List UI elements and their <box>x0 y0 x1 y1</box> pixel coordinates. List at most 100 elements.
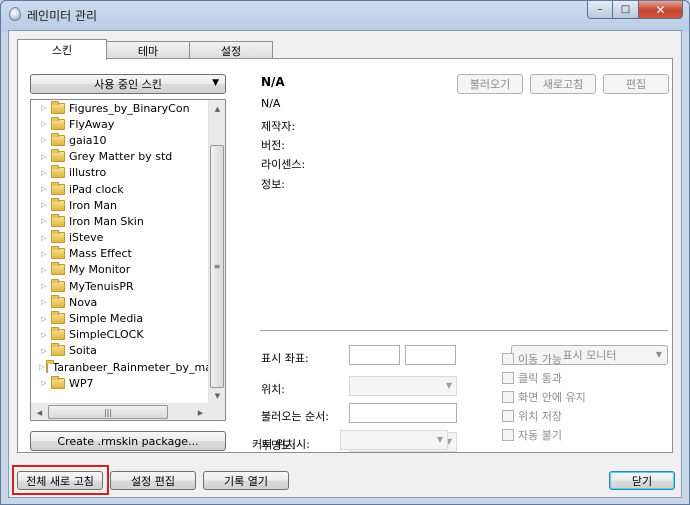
expand-arrow-icon[interactable]: ▷ <box>39 234 49 242</box>
info-label: 정보: <box>261 178 285 191</box>
tree-item[interactable]: ▷ iSteve <box>31 230 209 246</box>
scroll-right-icon[interactable]: ▶ <box>192 404 209 420</box>
tree-item[interactable]: ▷ gaia10 <box>31 132 209 148</box>
chevron-down-icon: ▼ <box>436 435 443 444</box>
tree-item[interactable]: ▷ Soita <box>31 343 209 359</box>
tree-item-label: illustro <box>69 166 107 180</box>
close-button[interactable]: 닫기 <box>609 471 675 490</box>
expand-arrow-icon[interactable]: ▷ <box>39 315 49 323</box>
open-log-button[interactable]: 기록 열기 <box>203 471 289 490</box>
tree-item[interactable]: ▷ WP7 <box>31 375 209 391</box>
tree-item[interactable]: ▷ Taranbeer_Rainmeter_by_mar <box>31 359 209 375</box>
tree-item[interactable]: ▷ Simple Media <box>31 310 209 326</box>
tree-item[interactable]: ▷ Mass Effect <box>31 246 209 262</box>
expand-arrow-icon[interactable]: ▷ <box>39 250 49 258</box>
vertical-scroll-thumb[interactable]: ≡ <box>210 145 224 388</box>
tree-item-label: Iron Man Skin <box>69 214 144 228</box>
edit-settings-button[interactable]: 설정 편집 <box>110 471 196 490</box>
tree-item[interactable]: ▷ MyTenuisPR <box>31 278 209 294</box>
horizontal-scroll-thumb[interactable]: ||| <box>48 405 168 419</box>
position-label: 위치: <box>261 383 285 396</box>
folder-icon <box>51 294 65 308</box>
folder-icon <box>51 327 65 341</box>
tree-item[interactable]: ▷ Iron Man Skin <box>31 213 209 229</box>
folder-icon <box>51 375 65 389</box>
tree-item-label: Soita <box>69 344 97 358</box>
checkbox-box <box>502 410 514 422</box>
click-through-checkbox[interactable]: 클릭 통과 <box>502 370 562 386</box>
tree-item-label: iSteve <box>69 231 104 245</box>
position-select[interactable]: ▼ <box>349 376 457 396</box>
load-order-field[interactable] <box>349 403 457 423</box>
tree-item[interactable]: ▷ My Monitor <box>31 262 209 278</box>
folder-icon <box>51 149 65 163</box>
expand-arrow-icon[interactable]: ▷ <box>39 120 49 128</box>
tree-item-label: Simple Media <box>69 312 144 326</box>
scroll-down-icon[interactable]: ▼ <box>209 387 225 404</box>
refresh-button[interactable]: 새로고침 <box>530 74 596 94</box>
skin-tree[interactable]: ▷ Figures_by_BinaryCon ▷ FlyAway ▷ gaia10 ▷ Gre… <box>30 99 226 421</box>
edit-skin-button[interactable]: 편집 <box>603 74 669 94</box>
folder-icon <box>51 213 65 227</box>
tree-vertical-scrollbar[interactable]: ▲ ≡ ▼ <box>208 100 225 404</box>
tree-item[interactable]: ▷ Grey Matter by std <box>31 149 209 165</box>
tree-horizontal-scrollbar[interactable]: ◀ ||| ▶ <box>31 403 209 420</box>
expand-arrow-icon[interactable]: ▷ <box>39 169 49 177</box>
snap-to-edges-checkbox[interactable]: 자동 붙기 <box>502 427 562 443</box>
tab-skins[interactable]: 스킨 <box>17 39 107 60</box>
refresh-all-button[interactable]: 전체 새로 고침 <box>17 471 103 490</box>
maximize-icon: □ <box>620 4 631 15</box>
folder-icon <box>51 311 65 325</box>
y-coordinate-field[interactable] <box>405 345 456 365</box>
active-skins-dropdown[interactable]: 사용 중인 스킨 ▼ <box>30 74 226 94</box>
draggable-checkbox[interactable]: 이동 가능 <box>502 351 562 367</box>
tree-item[interactable]: ▷ SimpleCLOCK <box>31 327 209 343</box>
save-position-checkbox[interactable]: 위치 저장 <box>502 408 562 424</box>
expand-arrow-icon[interactable]: ▷ <box>39 201 49 209</box>
load-order-label: 불러오는 순서: <box>261 410 329 423</box>
expand-arrow-icon[interactable]: ▷ <box>39 185 49 193</box>
expand-arrow-icon[interactable]: ▷ <box>39 217 49 225</box>
tab-settings[interactable]: 설정 <box>189 41 273 59</box>
folder-icon <box>51 100 65 114</box>
tree-item[interactable]: ▷ illustro <box>31 165 209 181</box>
close-window-button[interactable]: ✕ <box>639 1 683 19</box>
scrollbar-corner <box>208 403 225 420</box>
expand-arrow-icon[interactable]: ▷ <box>39 298 49 306</box>
folder-icon <box>51 165 65 179</box>
tree-item-label: SimpleCLOCK <box>69 328 144 342</box>
expand-arrow-icon[interactable]: ▷ <box>39 331 49 339</box>
title-bar[interactable]: 레인미터 관리 – □ ✕ <box>1 1 689 27</box>
expand-arrow-icon[interactable]: ▷ <box>39 282 49 290</box>
scroll-left-icon[interactable]: ◀ <box>31 404 48 420</box>
maximize-button[interactable]: □ <box>613 1 639 19</box>
keep-on-screen-checkbox[interactable]: 화면 안에 유지 <box>502 389 586 405</box>
x-coordinate-field[interactable] <box>349 345 400 365</box>
checkbox-box <box>502 372 514 384</box>
tree-item-label: FlyAway <box>69 117 115 131</box>
folder-icon <box>51 132 65 146</box>
expand-arrow-icon[interactable]: ▷ <box>39 379 49 387</box>
tree-item[interactable]: ▷ Figures_by_BinaryCon <box>31 100 209 116</box>
scroll-up-icon[interactable]: ▲ <box>209 100 225 117</box>
minimize-icon: – <box>597 4 603 15</box>
folder-icon <box>51 343 65 357</box>
tab-themes[interactable]: 테마 <box>106 41 190 59</box>
expand-arrow-icon[interactable]: ▷ <box>39 153 49 161</box>
load-button[interactable]: 불러오기 <box>457 74 523 94</box>
tree-item[interactable]: ▷ iPad clock <box>31 181 209 197</box>
expand-arrow-icon[interactable]: ▷ <box>39 347 49 355</box>
cursor-hover-select[interactable]: ▼ <box>340 430 448 450</box>
expand-arrow-icon[interactable]: ▷ <box>39 363 44 371</box>
tree-item[interactable]: ▷ Iron Man <box>31 197 209 213</box>
minimize-button[interactable]: – <box>587 1 613 19</box>
chevron-down-icon: ▼ <box>655 350 662 359</box>
expand-arrow-icon[interactable]: ▷ <box>39 104 49 112</box>
tree-item[interactable]: ▷ FlyAway <box>31 116 209 132</box>
tree-item-label: My Monitor <box>69 263 131 277</box>
tree-item[interactable]: ▷ Nova <box>31 294 209 310</box>
chevron-down-icon: ▼ <box>445 381 452 390</box>
expand-arrow-icon[interactable]: ▷ <box>39 266 49 274</box>
create-rmskin-button[interactable]: Create .rmskin package... <box>30 431 226 451</box>
expand-arrow-icon[interactable]: ▷ <box>39 136 49 144</box>
